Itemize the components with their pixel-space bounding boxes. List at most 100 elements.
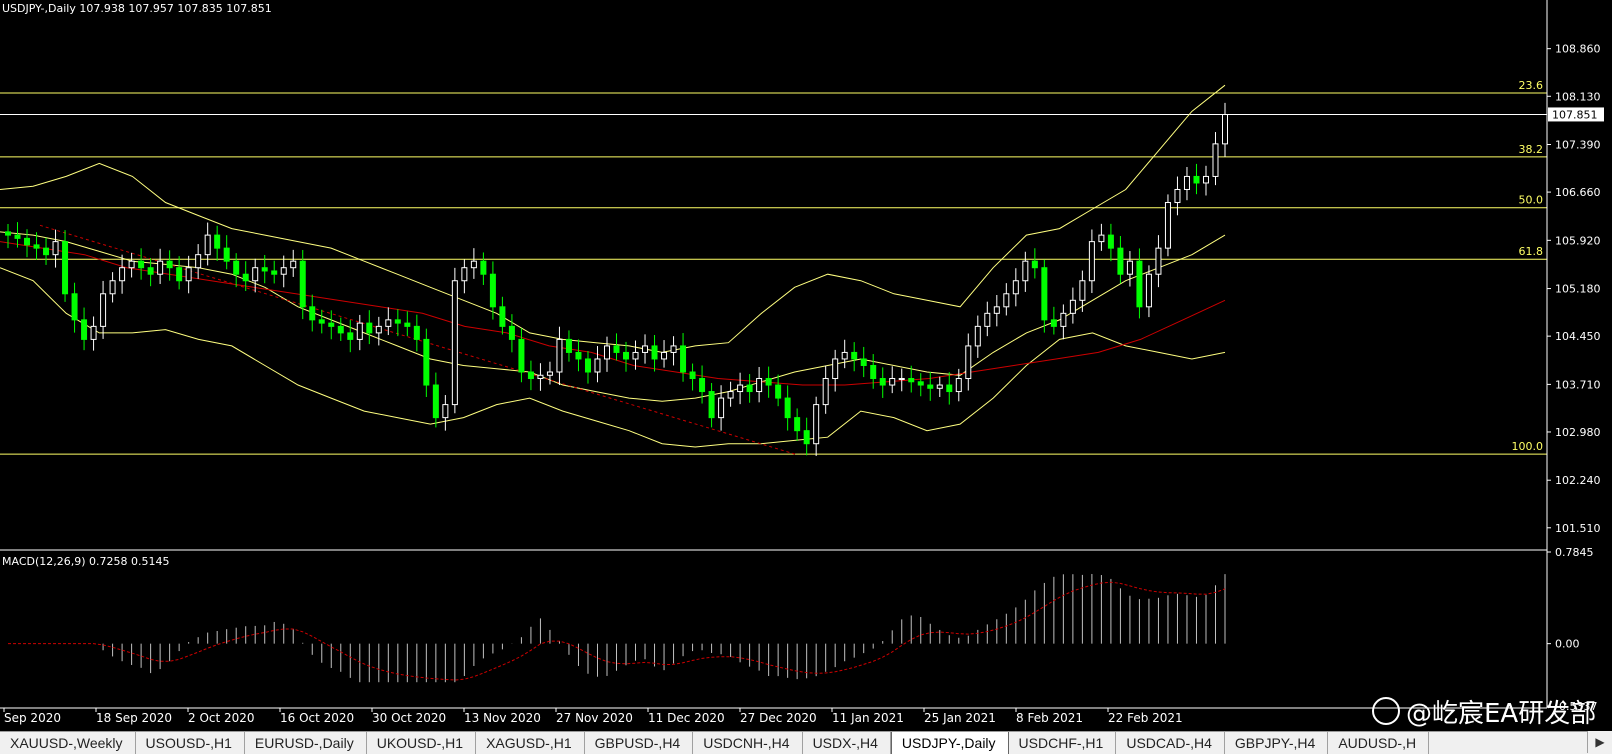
candle-body bbox=[1050, 319, 1057, 327]
candle-body bbox=[908, 378, 915, 383]
candle-body bbox=[993, 306, 1000, 314]
date-axis-label: 16 Oct 2020 bbox=[280, 711, 354, 725]
candle-body bbox=[965, 345, 972, 380]
candle-body bbox=[128, 260, 135, 269]
chart-tab[interactable]: USDCHF-,H1 bbox=[1009, 732, 1117, 754]
chart-tab[interactable]: USDX-,H4 bbox=[803, 732, 891, 754]
chart-tab[interactable]: EURUSD-,Daily bbox=[245, 732, 367, 754]
candle-body bbox=[546, 371, 553, 376]
candle-body bbox=[1193, 175, 1200, 184]
candle-body bbox=[394, 319, 401, 324]
candle-body bbox=[1222, 114, 1228, 145]
candle-body bbox=[1174, 188, 1181, 204]
candle-body bbox=[584, 358, 591, 373]
candle-body bbox=[917, 381, 924, 386]
chart-tab[interactable]: GBPUSD-,H4 bbox=[585, 732, 694, 754]
candle-body bbox=[100, 293, 107, 327]
candle-body bbox=[33, 244, 40, 249]
candle-body bbox=[299, 260, 306, 308]
date-axis-label: 13 Nov 2020 bbox=[464, 711, 541, 725]
candle-body bbox=[43, 247, 50, 256]
candle-body bbox=[756, 378, 763, 393]
candle-body bbox=[62, 241, 69, 295]
candle-body bbox=[594, 358, 601, 373]
candle-body bbox=[1012, 280, 1019, 295]
candle-body bbox=[337, 325, 344, 334]
candle-body bbox=[936, 384, 943, 389]
price-axis-label: 105.180 bbox=[1555, 283, 1601, 296]
candle-body bbox=[642, 345, 649, 353]
candle-body bbox=[271, 270, 278, 275]
candle-body bbox=[1031, 260, 1038, 269]
candle-body bbox=[423, 338, 430, 386]
candle-body bbox=[1202, 175, 1209, 184]
candle-body bbox=[461, 267, 468, 282]
candle-body bbox=[233, 260, 240, 275]
candle-body bbox=[1145, 273, 1152, 308]
candle-body bbox=[613, 345, 620, 353]
fibo-level-label: 50.0 bbox=[1519, 194, 1544, 207]
candle-body bbox=[699, 378, 706, 393]
candle-body bbox=[489, 273, 496, 308]
bollinger-lower-band bbox=[0, 267, 1226, 448]
current-price-label: 107.851 bbox=[1552, 108, 1598, 121]
price-axis-label: 107.390 bbox=[1555, 139, 1601, 152]
chart-tab[interactable]: XAUUSD-,Weekly bbox=[0, 732, 136, 754]
price-chart[interactable]: USDJPY-,Daily 107.938 107.957 107.835 10… bbox=[0, 0, 1612, 731]
candle-body bbox=[375, 325, 382, 334]
chart-tab[interactable]: XAGUSD-,H1 bbox=[476, 732, 585, 754]
candle-body bbox=[737, 384, 744, 393]
chart-tab[interactable]: UKOUSD-,H1 bbox=[367, 732, 477, 754]
date-axis-label: 11 Dec 2020 bbox=[648, 711, 725, 725]
candle-body bbox=[290, 260, 297, 269]
candle-body bbox=[946, 384, 953, 393]
bollinger-upper-band bbox=[0, 84, 1226, 353]
chart-tab[interactable]: AUDUSD-,H bbox=[1328, 732, 1430, 754]
watermark: @屹宸EA研发部 bbox=[1372, 693, 1596, 730]
candle-body bbox=[813, 404, 820, 445]
candle-body bbox=[432, 384, 439, 419]
chart-tab[interactable]: USOUSD-,H1 bbox=[136, 732, 245, 754]
candle-body bbox=[442, 404, 449, 419]
date-axis-label: Sep 2020 bbox=[4, 711, 61, 725]
fibo-level-label: 100.0 bbox=[1512, 440, 1544, 453]
candle-body bbox=[537, 374, 544, 380]
candle-body bbox=[328, 322, 335, 327]
chart-tab-bar: XAUUSD-,Weekly USOUSD-,H1 EURUSD-,Daily UKO… bbox=[0, 731, 1612, 754]
chart-tab[interactable]: GBPJPY-,H4 bbox=[1225, 732, 1329, 754]
candle-body bbox=[480, 260, 487, 275]
tab-scroll-right-button[interactable]: ▶ bbox=[1587, 731, 1612, 753]
fibo-level-label: 23.6 bbox=[1519, 79, 1544, 92]
candle-body bbox=[318, 319, 325, 324]
candle-body bbox=[718, 397, 725, 419]
chart-tab[interactable]: USDCNH-,H4 bbox=[693, 732, 803, 754]
candle-body bbox=[157, 260, 164, 275]
candle-body bbox=[575, 351, 582, 360]
date-axis-label: 18 Sep 2020 bbox=[96, 711, 172, 725]
date-axis-label: 8 Feb 2021 bbox=[1016, 711, 1083, 725]
price-axis-label: 106.660 bbox=[1555, 186, 1601, 199]
candle-body bbox=[765, 378, 772, 386]
candle-body bbox=[651, 345, 658, 360]
date-axis-label: 25 Jan 2021 bbox=[924, 711, 996, 725]
candle-body bbox=[451, 280, 458, 406]
chart-header: USDJPY-,Daily 107.938 107.957 107.835 10… bbox=[2, 2, 272, 15]
candle-body bbox=[984, 312, 991, 327]
candle-body bbox=[1183, 175, 1190, 190]
candle-body bbox=[1212, 143, 1219, 177]
chart-tab[interactable]: USDCAD-,H4 bbox=[1116, 732, 1225, 754]
candle-body bbox=[661, 351, 668, 360]
candle-body bbox=[1060, 312, 1067, 327]
moving-average-line bbox=[0, 241, 1226, 386]
candle-body bbox=[870, 364, 877, 380]
price-axis-label: 105.920 bbox=[1555, 234, 1601, 247]
candle-body bbox=[1117, 247, 1124, 275]
price-axis-label: 108.860 bbox=[1555, 43, 1601, 56]
candle-body bbox=[1079, 280, 1086, 301]
candle-body bbox=[470, 260, 477, 269]
candle-body bbox=[775, 384, 782, 399]
macd-header: MACD(12,26,9) 0.7258 0.5145 bbox=[2, 555, 170, 568]
chart-tab[interactable]: USDJPY-,Daily bbox=[890, 732, 1009, 754]
candle-body bbox=[1088, 241, 1095, 282]
candle-body bbox=[166, 260, 173, 269]
